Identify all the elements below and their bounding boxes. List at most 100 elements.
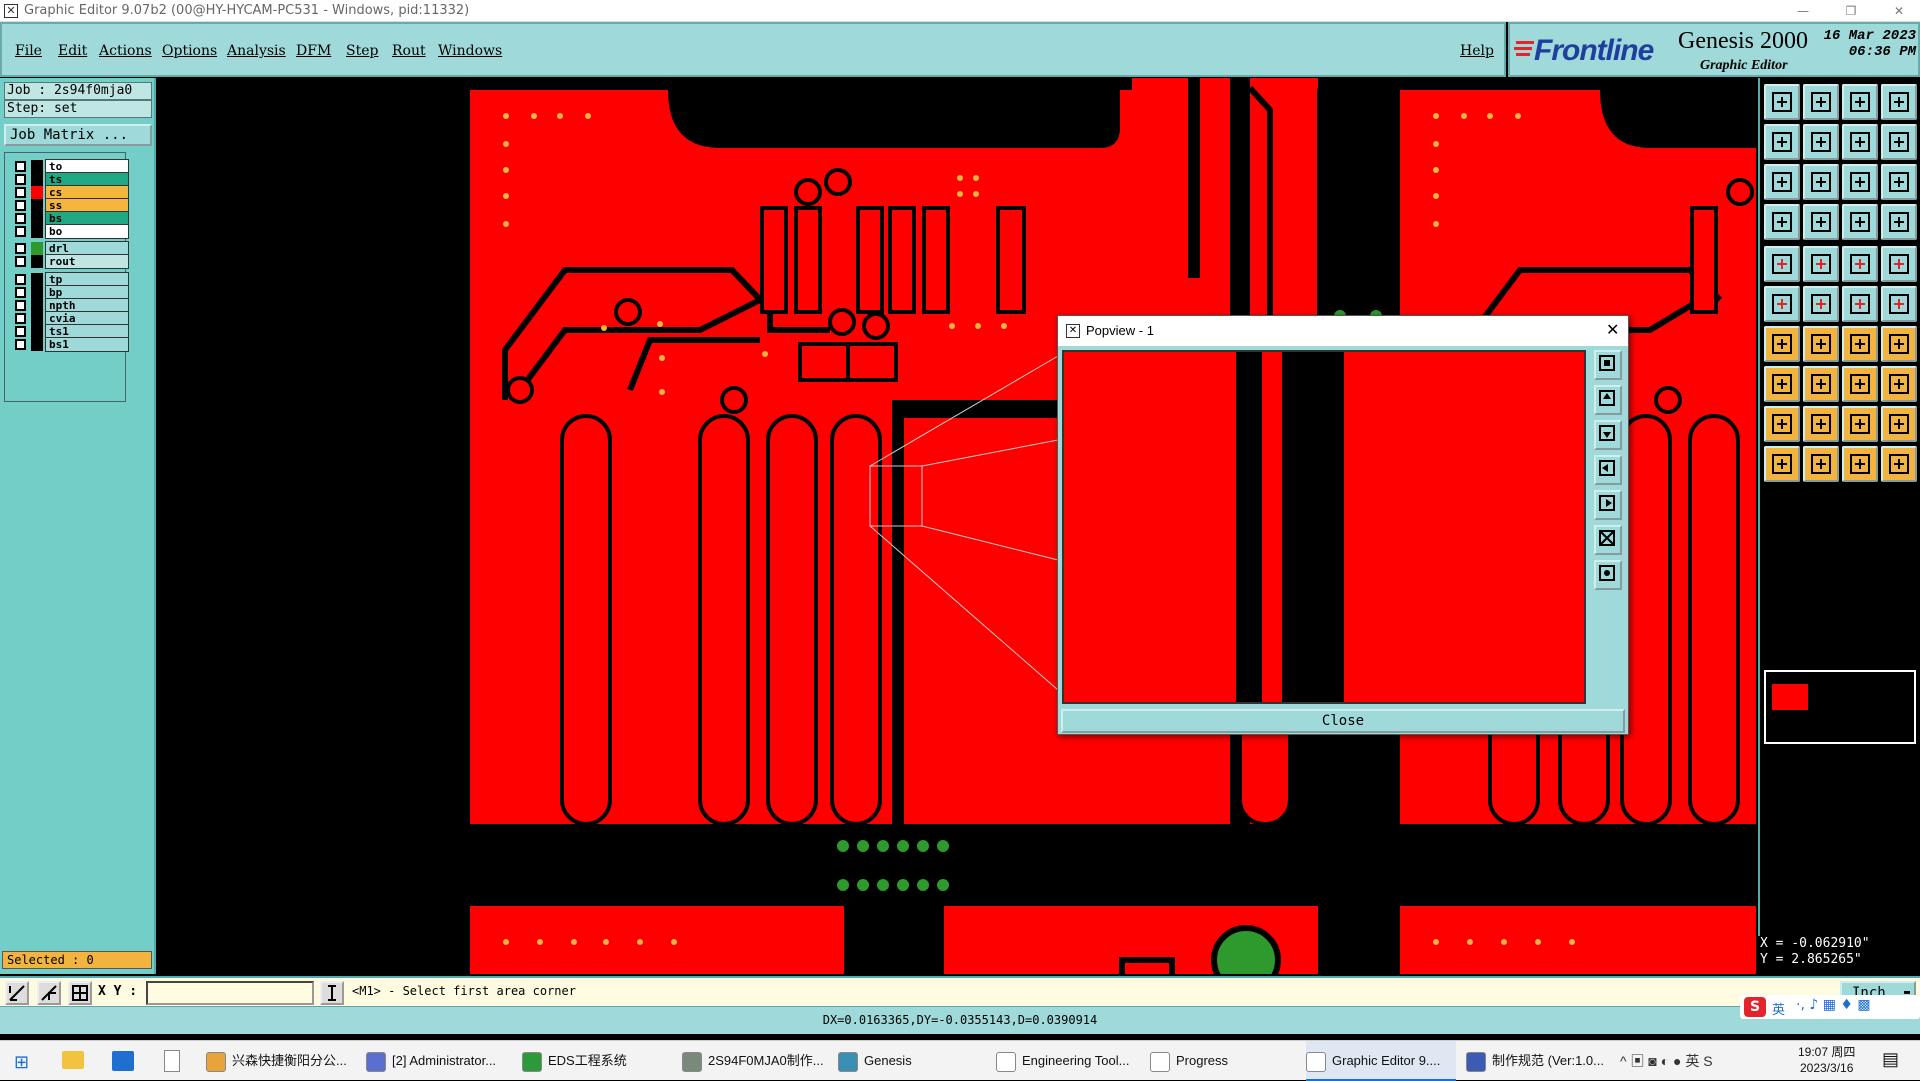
layer-checkbox[interactable] <box>15 187 26 198</box>
layer-checkbox[interactable] <box>15 300 26 311</box>
layer-row-bs1[interactable]: bs1 <box>9 337 129 352</box>
menu-windows[interactable]: Windows <box>438 43 502 59</box>
snap-point-icon[interactable] <box>1842 286 1878 322</box>
taskbar-item[interactable]: Engineering Tool... <box>996 1041 1146 1081</box>
clock[interactable]: 19:07 周四 2023/3/16 <box>1798 1044 1855 1076</box>
pin-snap-icon[interactable] <box>1881 286 1917 322</box>
layer-checkbox[interactable] <box>15 226 26 237</box>
layer-name[interactable]: rout <box>45 254 129 269</box>
scale-1-2-icon[interactable] <box>1842 164 1878 200</box>
layer-checkbox[interactable] <box>15 243 26 254</box>
layer-checkbox[interactable] <box>15 287 26 298</box>
mirror-icon[interactable] <box>1881 326 1917 362</box>
taskbar-item[interactable]: EDS工程系统 <box>522 1041 672 1081</box>
layer-checkbox[interactable] <box>15 326 26 337</box>
file-explorer-icon[interactable] <box>62 1051 84 1069</box>
taskbar-item[interactable]: Progress <box>1150 1041 1300 1081</box>
menu-step[interactable]: Step <box>346 43 378 59</box>
popview-close-icon[interactable]: ✕ <box>1606 316 1619 346</box>
popview-tool-1[interactable] <box>1594 350 1622 380</box>
pointer-select-icon[interactable] <box>1803 446 1839 482</box>
popview-close-button[interactable]: Close <box>1061 709 1625 733</box>
task-view-icon[interactable] <box>112 1051 134 1071</box>
copy-mode-icon[interactable] <box>1764 366 1800 402</box>
grid-view-icon[interactable] <box>1803 204 1839 240</box>
overview-map[interactable] <box>1764 670 1916 744</box>
triangle-a-icon[interactable] <box>1764 406 1800 442</box>
pointer-icon[interactable] <box>1764 446 1800 482</box>
taskbar-item[interactable]: Genesis <box>838 1041 988 1081</box>
layer-row-bo[interactable]: bo <box>9 224 129 239</box>
line-add-icon[interactable] <box>1764 326 1800 362</box>
grid-icon[interactable] <box>68 981 92 1005</box>
taskbar-item[interactable]: 制作规范 (Ver:1.0... <box>1466 1041 1616 1081</box>
dimension-icon[interactable] <box>1842 366 1878 402</box>
menu-dfm[interactable]: DFM <box>296 43 331 59</box>
line-cut-icon[interactable] <box>1803 326 1839 362</box>
snap-objects-icon[interactable] <box>1881 366 1917 402</box>
minimize-icon[interactable]: — <box>1788 0 1818 22</box>
cross-icon[interactable] <box>1803 286 1839 322</box>
layer-checkbox[interactable] <box>15 256 26 267</box>
fit-board-icon[interactable] <box>1764 164 1800 200</box>
layer-checkbox[interactable] <box>15 274 26 285</box>
pan-right-icon[interactable] <box>1803 124 1839 160</box>
layer-checkbox[interactable] <box>15 339 26 350</box>
zoom-step-icon[interactable] <box>1881 124 1917 160</box>
help-icon[interactable] <box>1881 164 1917 200</box>
tray-icons[interactable]: ^ ▣ ◙ ◐ ● 英 S <box>1620 1051 1713 1071</box>
record-icon[interactable] <box>1764 246 1800 282</box>
layer-row-rout[interactable]: rout <box>9 254 129 269</box>
menu-rout[interactable]: Rout <box>392 43 426 59</box>
triangle-d-icon[interactable] <box>1881 406 1917 442</box>
draw-mode-icon[interactable] <box>1803 246 1839 282</box>
layer-view-icon[interactable] <box>1764 204 1800 240</box>
menu-edit[interactable]: Edit <box>58 43 87 59</box>
ruler-icon[interactable] <box>1842 246 1878 282</box>
popview-tool-left[interactable] <box>1594 455 1622 485</box>
zoom-fit-icon[interactable] <box>1803 84 1839 120</box>
taskbar-item[interactable]: Graphic Editor 9.... <box>1306 1041 1456 1081</box>
menu-help[interactable]: Help <box>1460 43 1494 59</box>
arc-icon[interactable] <box>1842 326 1878 362</box>
fill-toggle-icon[interactable] <box>1842 204 1878 240</box>
layer-checkbox[interactable] <box>15 213 26 224</box>
zoom-area-icon[interactable] <box>1881 84 1917 120</box>
taskbar-item[interactable]: [2] Administrator... <box>366 1041 516 1081</box>
menu-file[interactable]: File <box>15 43 42 59</box>
select-net-icon[interactable] <box>1764 286 1800 322</box>
text-cursor-icon[interactable] <box>320 981 344 1005</box>
document-icon[interactable] <box>164 1050 180 1072</box>
layer-checkbox[interactable] <box>15 313 26 324</box>
pointer-edit-icon[interactable] <box>1881 446 1917 482</box>
triangle-b-icon[interactable] <box>1803 406 1839 442</box>
popview-tool-zoom[interactable] <box>1594 525 1622 555</box>
taskbar-item[interactable]: 兴森快捷衡阳分公... <box>206 1041 356 1081</box>
popview-tool-down[interactable] <box>1594 420 1622 450</box>
home-icon[interactable] <box>1842 84 1878 120</box>
layer-checkbox[interactable] <box>15 200 26 211</box>
popview-tool-right[interactable] <box>1594 490 1622 520</box>
popview-tool-up[interactable] <box>1594 385 1622 415</box>
pan-center-icon[interactable] <box>1842 124 1878 160</box>
notification-icon[interactable]: ▤ <box>1882 1049 1899 1070</box>
h-line-icon[interactable] <box>1803 366 1839 402</box>
outline-toggle-icon[interactable] <box>1881 204 1917 240</box>
popview-tool-fit[interactable] <box>1594 560 1622 590</box>
menu-options[interactable]: Options <box>162 43 217 59</box>
layer-name[interactable]: bo <box>45 224 129 239</box>
job-matrix-button[interactable]: Job Matrix ... <box>4 124 152 146</box>
ime-toolbar[interactable]: S 英 ·, ♪ ▦ ♦ ▩ <box>1740 995 1920 1019</box>
menu-actions[interactable]: Actions <box>99 43 152 59</box>
popview-canvas[interactable] <box>1062 350 1586 704</box>
measure-icon[interactable] <box>37 981 61 1005</box>
close-window-icon[interactable]: ✕ <box>1884 0 1914 22</box>
layer-name[interactable]: bs1 <box>45 337 129 352</box>
triangle-c-icon[interactable] <box>1842 406 1878 442</box>
zoom-home-icon[interactable] <box>1764 84 1800 120</box>
restore-icon[interactable]: ❐ <box>1836 0 1866 22</box>
layer-checkbox[interactable] <box>15 161 26 172</box>
xy-input[interactable] <box>146 981 314 1005</box>
taskbar-item[interactable]: 2S94F0MJA0制作... <box>682 1041 832 1081</box>
pan-left-icon[interactable] <box>1764 124 1800 160</box>
